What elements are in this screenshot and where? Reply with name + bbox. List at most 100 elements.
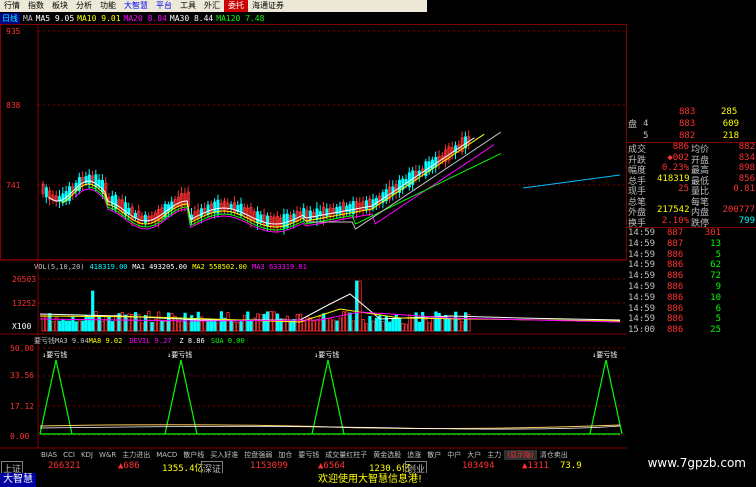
menu-item-4[interactable]: 功能 [96,0,120,12]
tab-19[interactable]: 清仓卖出 [537,450,571,460]
tab-16[interactable]: 大户 [464,450,484,460]
candle-body [87,174,91,184]
stat-value: 418319 [657,173,690,184]
tab-12[interactable]: 黄金选股 [370,450,404,460]
volume-bar [335,320,339,332]
volume-bar [104,316,108,332]
stat-value: 217542 [657,205,690,215]
ma120-line [522,174,621,189]
indicator-axis-label: 33.56 [10,371,34,380]
candle-body [143,214,147,224]
candle-body [94,174,98,188]
tick-price: 886 [667,260,684,271]
tick-price: 886 [667,271,684,282]
cy-change: ▲1311 [522,461,550,471]
tab-6[interactable]: 散户线 [180,450,207,460]
menu-item-10[interactable]: 海通证券 [248,0,288,12]
tab-18[interactable]: (显示隐) [504,449,537,460]
tick-vol: 301 [704,228,721,238]
volume-bar [417,321,422,332]
top-right-blank [427,0,756,12]
tick-price: 886 [667,303,684,314]
market-status-bar: 上证 266321 ▲686 1355.4亿 深证 1153099 ▲6564 … [0,460,586,476]
tab-9[interactable]: 加仓 [275,450,295,460]
tab-14[interactable]: 散户 [424,450,444,460]
tick-row: 15:00 886 25 [627,325,756,337]
menu-item-5[interactable]: 大智慧 [120,0,152,12]
tab-4[interactable]: 主力进出 [119,450,153,460]
ma-legend-1: MA5 9.05 [35,13,75,23]
stat-value-2: 0.81 [733,184,755,194]
volume-bar [120,312,124,332]
volume-bar [157,311,161,332]
candle-body [391,186,395,196]
stat-value-2: 834 [738,152,755,163]
tick-price: 886 [667,292,684,303]
volume-bar [64,320,68,332]
quote-level: 4 883 609 [627,119,756,131]
volume-bar [457,319,461,332]
volume-legend-2: MA1 493205.00 [132,263,187,271]
volume-bar [180,320,184,332]
menu-item-0[interactable]: 行情 [0,0,24,12]
level-name: 5 [643,131,649,141]
tick-price: 886 [667,282,684,292]
price-axis-label: 741 [6,181,21,190]
tab-2[interactable]: KDJ [78,451,96,459]
tab-10[interactable]: 要亏钱 [295,450,322,460]
tab-1[interactable]: CCI [60,451,78,459]
tab-5[interactable]: MACD [153,451,180,459]
tick-time: 14:59 [628,260,656,271]
menu-item-8[interactable]: 外汇 [200,0,224,12]
menu-item-9[interactable]: 委托 [224,0,248,12]
period-selector[interactable]: 日线 [0,12,20,24]
volume-axis-label: 13252 [12,299,36,308]
ma-legend-bar: 日线 MA MA5 9.05 MA10 9.01 MA20 8.84 MA30 8.44 M… [0,12,627,24]
level-price: 882 [679,131,696,141]
volume-bar [209,320,214,332]
volume-bar [391,318,395,332]
ma-legend-0: MA [23,13,33,23]
tab-17[interactable]: 主力 [484,450,504,460]
volume-bar [259,314,263,332]
volume-bar [463,312,468,332]
menu-item-7[interactable]: 工具 [176,0,200,12]
ma-legend-2: MA10 9.01 [77,13,121,23]
tab-0[interactable]: BIAS [38,451,60,459]
stat-value: 25 [678,184,689,194]
volume-bar [110,321,115,332]
tick-vol: 72 [710,271,721,282]
tab-3[interactable]: W&R [96,451,119,459]
signal-label-1: ↓要亏钱 [167,350,192,359]
stat-value: 886 [672,142,689,152]
volume-bar [147,310,151,332]
indicator-tab-bar: BIAS CCI KDJ W&R 主力进出 MACD 散户线 买入好准 控盘强弱 加仓 要亏钱 成交量… [0,449,627,460]
tab-15[interactable]: 中户 [444,450,464,460]
menu-item-3[interactable]: 分析 [72,0,96,12]
volume-bar [87,316,91,332]
quote-panel: 883 285 盘 4 883 609 5 882 218 成交 886 均价 882 升跌 ◆002 开盘 8… [627,107,756,338]
menu-item-6[interactable]: 平台 [152,0,176,12]
ma-legend-4: MA30 8.44 [169,13,214,23]
volume-bar [246,311,250,332]
chart-area[interactable]: 935 838 741 VOL(5,10,20) 418319.00 MA1 493205… [0,24,627,449]
menu-item-1[interactable]: 指数 [24,0,48,12]
message-bar: 大智慧 欢迎使用大智慧信息港! www.7gpzb.com [0,456,756,487]
tab-8[interactable]: 控盘强弱 [241,450,275,460]
tab-11[interactable]: 成交量红柱子 [322,450,370,460]
price-axis-label: 838 [6,101,21,110]
tab-7[interactable]: 买入好准 [207,450,241,460]
signal-spike [164,359,198,435]
tick-time: 14:59 [628,228,656,238]
candle-body [44,187,48,198]
volume-bar [298,313,303,332]
menu-item-2[interactable]: 板块 [48,0,72,12]
ma-legend-5: MA120 7.48 [216,13,265,23]
tick-time: 14:59 [628,282,656,292]
price-axis-label: 935 [6,27,21,36]
tab-13[interactable]: 追涨 [404,450,424,460]
tick-price: 887 [667,228,684,238]
volume-bar [289,320,293,332]
app-logo[interactable]: 大智慧 [0,473,36,487]
volume-bar [351,320,356,332]
